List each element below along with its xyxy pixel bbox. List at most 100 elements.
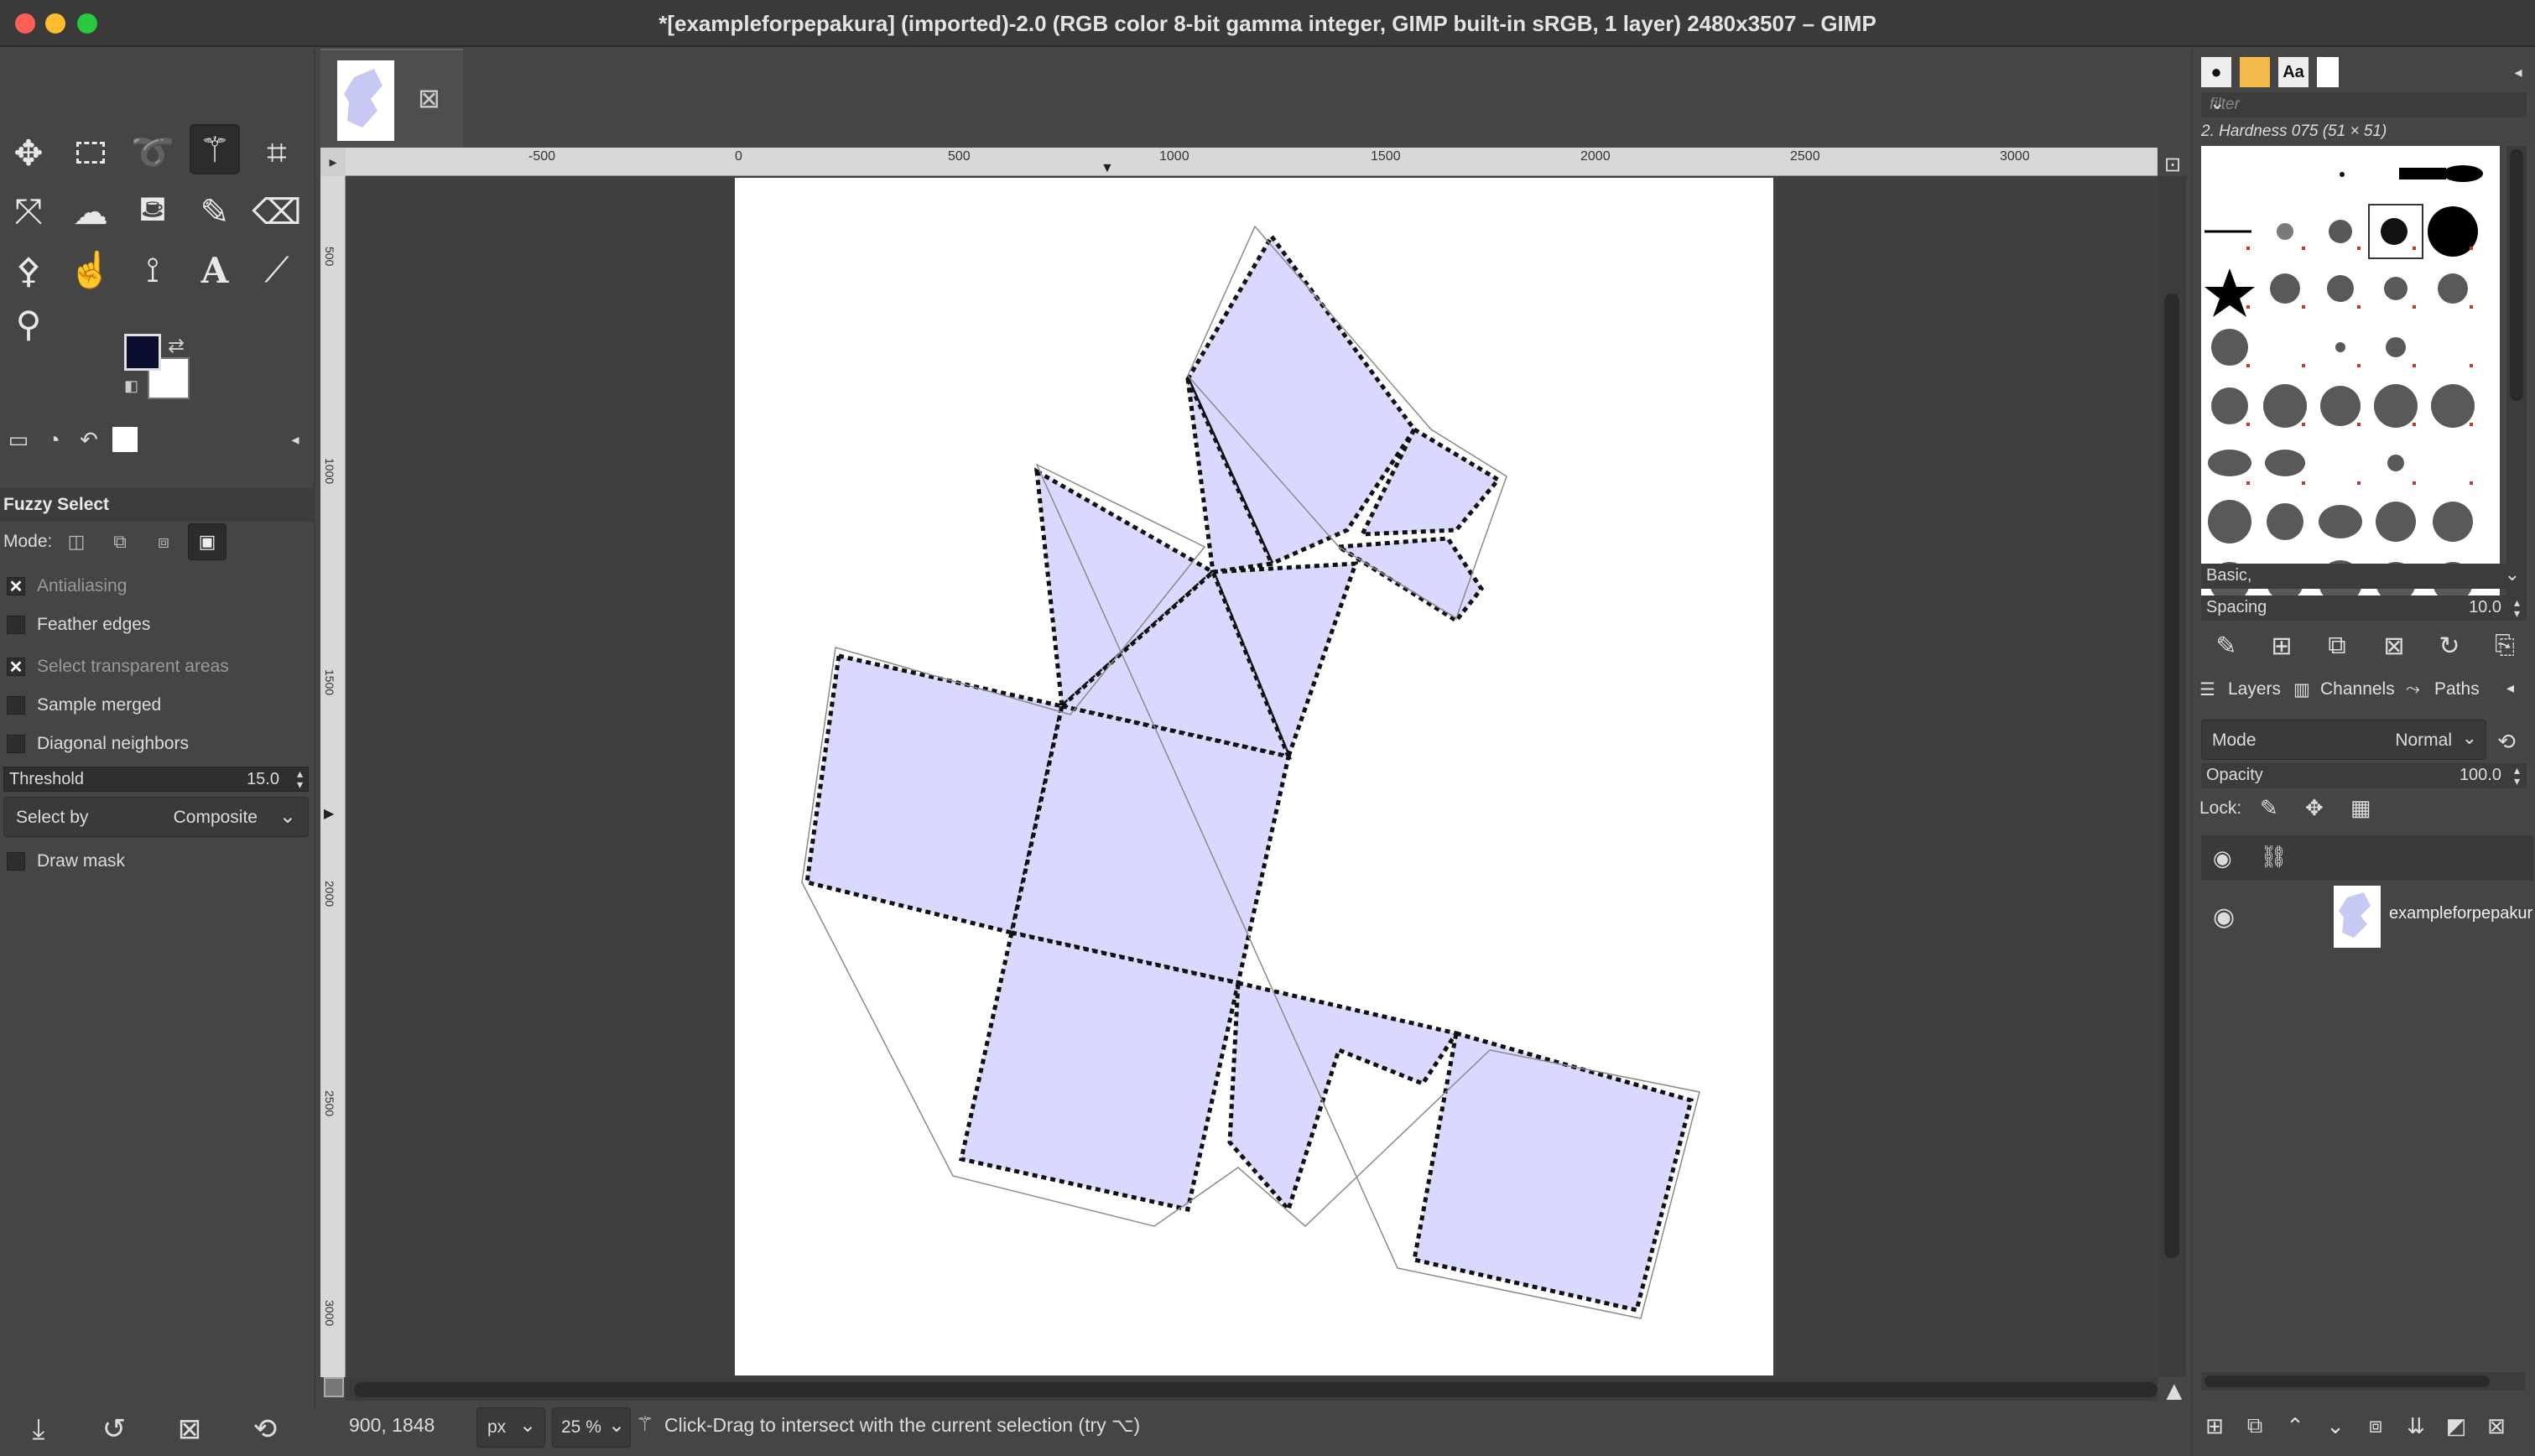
draw-mask-checkbox[interactable] [7, 852, 25, 871]
bucket-fill-tool-button[interactable]: ⛾ [128, 186, 178, 237]
layer-mask-icon[interactable]: ◩ [2438, 1407, 2475, 1444]
image-page[interactable] [735, 178, 1773, 1375]
layers-horizontal-scrollbar[interactable] [2201, 1372, 2525, 1391]
quick-mask-icon[interactable] [324, 1377, 344, 1397]
close-tab-icon[interactable]: ⊠ [418, 82, 440, 114]
layer-row[interactable]: ◉ exampleforpepakura [2201, 881, 2533, 953]
lock-pixels-icon[interactable]: ✎ [2260, 795, 2278, 821]
color-picker-tool-button[interactable]: ⟋ [252, 245, 302, 295]
sample-merged-option[interactable]: Sample merged [7, 693, 161, 718]
feather-edges-option[interactable]: Feather edges [7, 612, 150, 637]
lock-alpha-icon[interactable]: ▦ [2350, 795, 2371, 821]
transform-tool-button[interactable]: ⤧ [3, 186, 54, 237]
edit-brush-icon[interactable]: ✎ [2208, 627, 2245, 664]
ruler-corner-button[interactable]: ▸ [320, 148, 346, 176]
paths-tab-icon[interactable]: ⤳ [2406, 679, 2420, 699]
duplicate-layer-icon[interactable]: ⧈ [2357, 1407, 2394, 1444]
delete-options-icon[interactable]: ⊠ [173, 1412, 206, 1446]
lock-position-icon[interactable]: ✥ [2305, 795, 2324, 821]
open-brush-icon[interactable]: ⎘ [2486, 627, 2523, 664]
tool-options-tab-icon[interactable]: ▭ [3, 424, 34, 455]
image-tab[interactable]: ⊠ [320, 49, 463, 148]
brush-filter-input[interactable]: filter ⌄ [2201, 92, 2527, 117]
brush-grid[interactable] [2201, 146, 2500, 612]
text-tool-button[interactable]: A [190, 245, 240, 295]
brush-scrollbar-thumb[interactable] [2510, 149, 2523, 401]
foreground-color-swatch-front[interactable] [124, 334, 161, 371]
threshold-spin-icon[interactable]: ▴ ▾ [297, 767, 303, 790]
select-by-dropdown[interactable]: Select by Composite ⌄ [3, 797, 309, 837]
select-transparent-option[interactable]: ✕ Select transparent areas [7, 654, 229, 679]
layers-menu-icon[interactable]: ◂ [2506, 679, 2514, 697]
mode-add-button[interactable]: ⧉ [101, 523, 139, 560]
new-brush-icon[interactable]: ⊞ [2263, 627, 2300, 664]
eraser-tool-button[interactable]: ⌫ [252, 186, 302, 237]
fuzzy-select-tool-button[interactable]: ⚚ [190, 124, 240, 174]
merge-layer-icon[interactable]: ⇊ [2397, 1407, 2434, 1444]
restore-options-icon[interactable]: ↺ [97, 1412, 131, 1446]
mode-replace-button[interactable]: ◫ [57, 523, 96, 560]
opacity-slider[interactable]: Opacity 100.0 ▴ ▾ [2201, 763, 2527, 788]
feather-edges-checkbox[interactable] [7, 616, 25, 634]
brush-preset-dropdown[interactable]: Basic, ⌄ [2201, 564, 2527, 589]
zoom-tool-button[interactable]: ⚲ [3, 299, 54, 349]
swap-colors-icon[interactable]: ⇄ [168, 334, 185, 358]
device-status-tab-icon[interactable]: ◔ [39, 424, 69, 455]
save-options-icon[interactable]: ⤓ [22, 1412, 55, 1446]
clone-tool-button[interactable]: ⚴ [3, 245, 54, 295]
delete-brush-icon[interactable]: ⊠ [2376, 627, 2413, 664]
vertical-scrollbar[interactable] [2158, 176, 2186, 1377]
new-layer-group-icon[interactable]: ⧉ [2236, 1407, 2273, 1444]
diagonal-neighbors-option[interactable]: Diagonal neighbors [7, 731, 189, 757]
sample-merged-checkbox[interactable] [7, 696, 25, 715]
zoom-fit-icon[interactable]: ⊡ [2164, 153, 2181, 177]
default-colors-icon[interactable]: ◧ [124, 377, 138, 395]
warp-tool-button[interactable]: ☁ [65, 186, 116, 237]
duplicate-brush-icon[interactable]: ⧉ [2319, 627, 2355, 664]
lasso-tool-button[interactable]: ➰ [128, 127, 178, 178]
document-history-tab-icon[interactable] [2317, 57, 2339, 87]
unit-dropdown[interactable]: px ⌄ [476, 1407, 545, 1448]
threshold-slider[interactable]: Threshold 15.0 ▴ ▾ [3, 767, 309, 792]
layers-scrollbar-thumb[interactable] [2204, 1375, 2490, 1387]
horizontal-scrollbar-thumb[interactable] [354, 1382, 2158, 1397]
crop-tool-button[interactable]: ⌗ [252, 127, 302, 178]
tab-channels[interactable]: Channels [2320, 679, 2395, 699]
panel-menu-icon[interactable]: ◂ [280, 424, 310, 455]
spacing-spin-icon[interactable]: ▴ ▾ [2514, 596, 2520, 619]
move-tool-button[interactable]: ✥ [3, 127, 54, 178]
raise-layer-icon[interactable]: ⌃ [2277, 1407, 2314, 1444]
horizontal-scrollbar[interactable] [346, 1377, 2158, 1401]
draw-mask-option[interactable]: Draw mask [7, 849, 125, 874]
spacing-slider[interactable]: Spacing 10.0 ▴ ▾ [2201, 595, 2527, 621]
paths-tool-button[interactable]: ⟟ [128, 245, 178, 295]
select-transparent-checkbox[interactable]: ✕ [7, 658, 25, 677]
antialiasing-checkbox[interactable]: ✕ [7, 577, 25, 596]
undo-history-tab-icon[interactable]: ↶ [74, 424, 104, 455]
tab-layers[interactable]: Layers [2228, 679, 2281, 699]
layers-tab-icon[interactable]: ☰ [2199, 679, 2215, 700]
move-tool-icon[interactable] [3, 49, 54, 99]
antialiasing-option[interactable]: ✕ Antialiasing [7, 574, 127, 599]
reset-options-icon[interactable]: ⟲ [248, 1412, 282, 1446]
dock-menu-icon[interactable]: ◂ [2503, 57, 2533, 87]
images-tab-icon[interactable] [112, 427, 138, 452]
refresh-brushes-icon[interactable]: ↻ [2431, 627, 2468, 664]
fonts-tab-icon[interactable]: Aa [2278, 57, 2309, 87]
switch-mode-icon[interactable]: ⟲ [2488, 723, 2525, 760]
tab-paths[interactable]: Paths [2434, 679, 2480, 699]
mode-intersect-button[interactable]: ▣ [188, 523, 226, 560]
patterns-tab-icon[interactable] [2240, 57, 2270, 87]
mode-subtract-button[interactable]: ⧈ [144, 523, 183, 560]
brush-scrollbar[interactable] [2506, 146, 2527, 612]
channels-tab-icon[interactable]: ▥ [2293, 679, 2310, 700]
layer-mode-dropdown[interactable]: Mode Normal ⌄ [2201, 720, 2486, 760]
lower-layer-icon[interactable]: ⌄ [2317, 1407, 2354, 1444]
zoom-dropdown[interactable]: 25 % ⌄ [552, 1407, 631, 1448]
smudge-tool-button[interactable]: ☝ [65, 245, 116, 295]
brushes-tab-icon[interactable]: ● [2201, 57, 2231, 87]
opacity-spin-icon[interactable]: ▴ ▾ [2514, 764, 2520, 787]
rect-select-tool-button[interactable] [65, 127, 116, 178]
eye-icon[interactable]: ◉ [2213, 902, 2235, 932]
vertical-scrollbar-thumb[interactable] [2164, 294, 2179, 1258]
